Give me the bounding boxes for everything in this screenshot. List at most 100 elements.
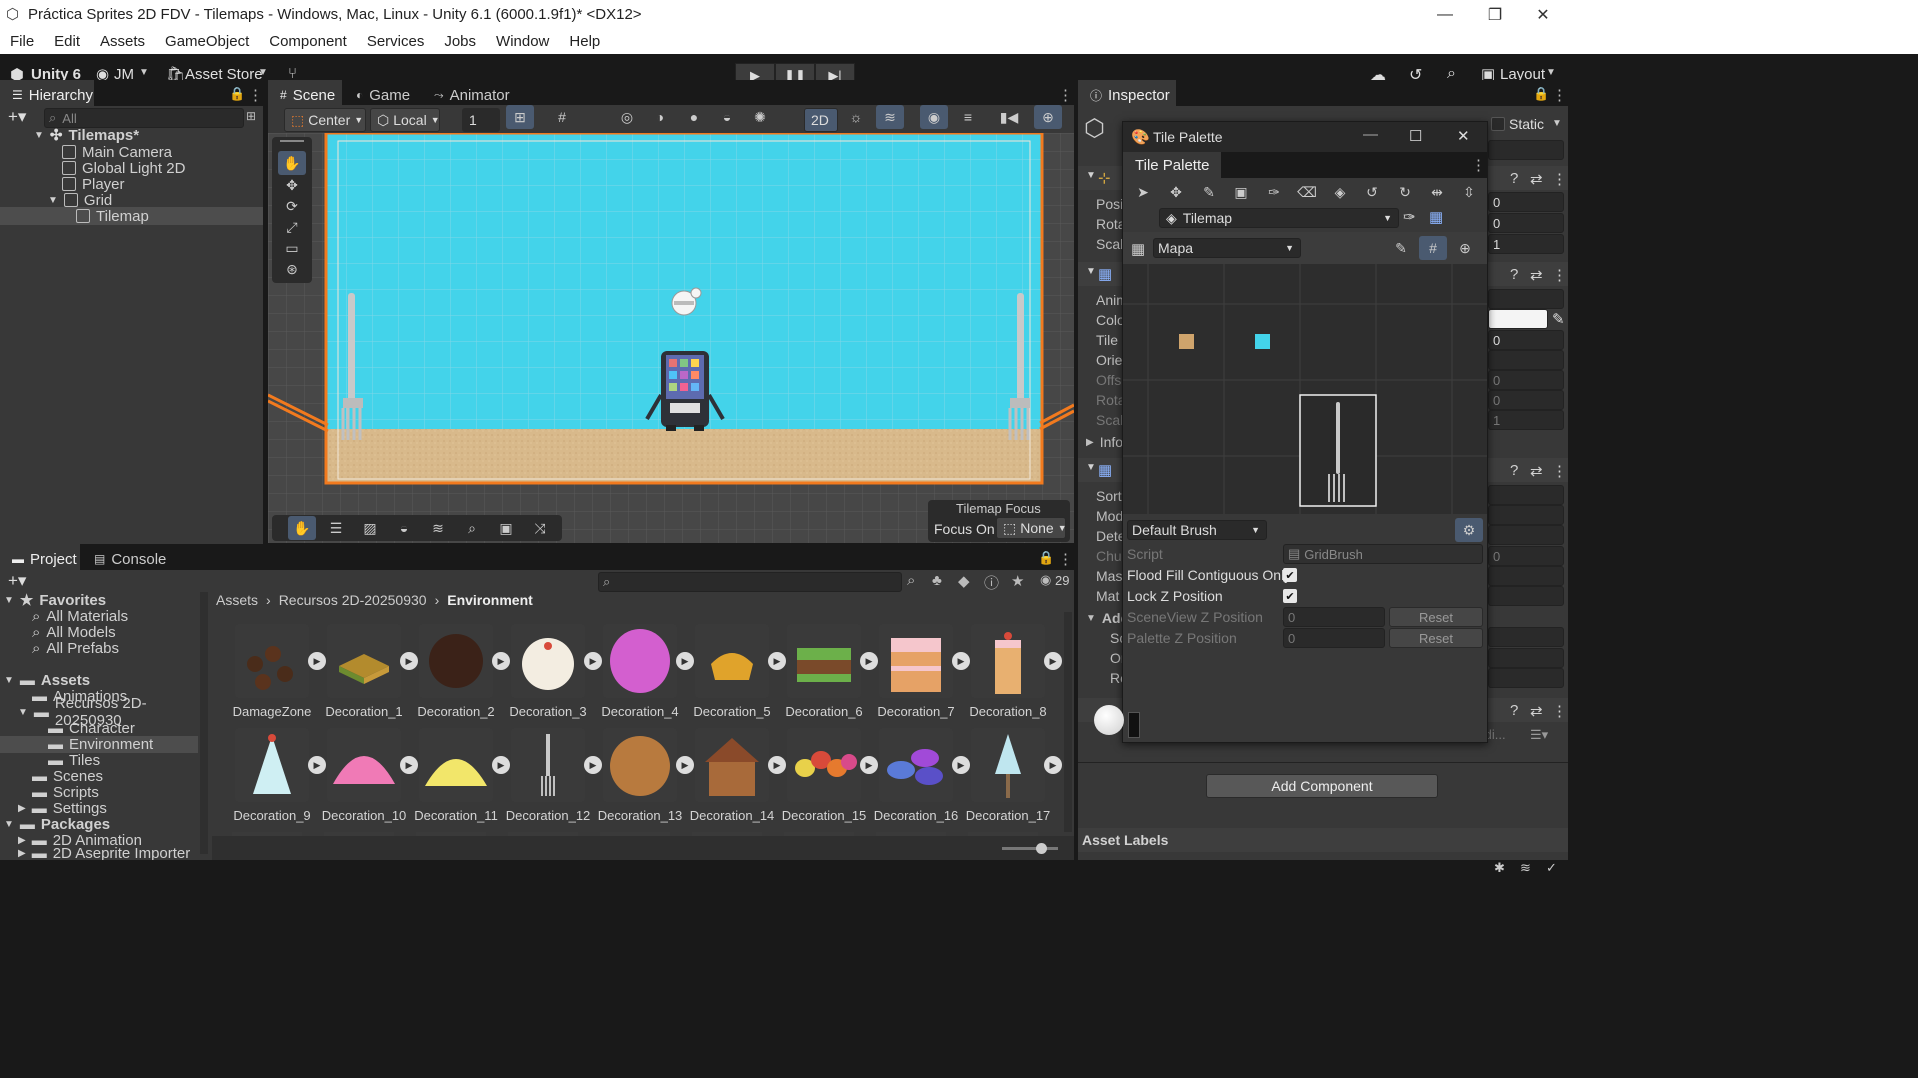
minimize-icon[interactable]: —	[1418, 0, 1472, 29]
brush-settings-icon[interactable]: ⚙	[1455, 518, 1483, 542]
check-icon[interactable]: ✓	[1546, 860, 1557, 876]
hierarchy-item-tilemap[interactable]: Tilemap	[76, 206, 149, 226]
menu-component[interactable]: Component	[259, 33, 357, 50]
asset-damagezone[interactable]: DamageZone ▶	[226, 624, 326, 724]
restore-icon[interactable]: ❐	[1468, 0, 1522, 29]
sort-order-dropdown[interactable]	[1488, 485, 1564, 505]
asset-decoration-7[interactable]: Decoration_7 ▶	[870, 624, 970, 724]
menu-edit[interactable]: Edit	[44, 33, 90, 50]
help-icon[interactable]: ?	[1510, 462, 1518, 479]
search-filter-icon[interactable]: ⌕	[907, 572, 915, 589]
asset-decoration-4[interactable]: Decoration_4 ▶	[594, 624, 694, 724]
gizmos-icon[interactable]: ⊕	[1034, 105, 1062, 129]
rotation-field-2[interactable]: 0	[1488, 390, 1564, 410]
add-icon[interactable]: +▾	[8, 571, 26, 591]
rendering-layer-dropdown[interactable]	[1488, 668, 1564, 688]
asset-decoration-6[interactable]: Decoration_6 ▶	[778, 624, 878, 724]
asset-decoration-12[interactable]: Decoration_12 ▶	[502, 728, 602, 828]
breadcrumb-recursos[interactable]: Recursos 2D-20250930	[279, 592, 427, 610]
play-icon[interactable]: ▶	[1044, 756, 1062, 774]
edit-palette-icon[interactable]: ✎	[1387, 236, 1415, 260]
menu-help[interactable]: Help	[559, 33, 610, 50]
sorting-layer-dropdown[interactable]	[1488, 627, 1564, 647]
layers-icon[interactable]: ≋	[1520, 860, 1531, 876]
help-icon[interactable]: ?	[1510, 170, 1518, 187]
more-icon[interactable]: ⋮	[1552, 86, 1567, 104]
tab-tile-palette[interactable]: Tile Palette	[1123, 152, 1222, 178]
shading-textured-icon[interactable]: ◒	[713, 105, 741, 129]
preset-icon[interactable]: ⇄	[1530, 170, 1543, 188]
drag-handle-icon[interactable]	[280, 140, 304, 142]
space-dropdown[interactable]: ⬡ Local ▼	[370, 108, 440, 132]
tile-anchor-field[interactable]: 0	[1488, 330, 1564, 350]
layer-dropdown[interactable]	[1488, 140, 1564, 160]
pivot-dropdown[interactable]: ⬚ Center ▼	[284, 108, 366, 132]
asset-decoration-13[interactable]: Decoration_13 ▶	[594, 728, 694, 828]
flip-x-icon[interactable]: ⇹	[1423, 180, 1451, 204]
chunk-culling-field[interactable]: 0	[1488, 546, 1564, 566]
lighting-icon[interactable]: ☼	[842, 105, 870, 129]
help-icon[interactable]: ?	[1510, 702, 1518, 719]
hand-tool-icon[interactable]: ✋	[278, 151, 306, 175]
palette-z-reset-button[interactable]: Reset	[1389, 628, 1483, 648]
lock-icon[interactable]: 🔒	[1038, 550, 1054, 566]
asset-decoration-5[interactable]: Decoration_5 ▶	[686, 624, 786, 724]
filter-icon[interactable]: ⊞	[246, 109, 256, 123]
menu-services[interactable]: Services	[357, 33, 435, 50]
rotate-cw-icon[interactable]: ↻	[1391, 180, 1419, 204]
favorite-icon[interactable]: ★	[1011, 572, 1024, 590]
focus-dropdown[interactable]: ⬚ None ▼	[996, 517, 1067, 539]
breadcrumb-assets[interactable]: Assets	[216, 592, 258, 610]
mode-dropdown[interactable]	[1488, 505, 1564, 525]
shading-solid-icon[interactable]: ●	[680, 105, 708, 129]
position-z-field[interactable]: 0	[1488, 192, 1564, 212]
box-fill-tool-icon[interactable]: ▣	[1227, 180, 1255, 204]
eyedropper-icon[interactable]: ✎	[1552, 310, 1565, 328]
select-tool-icon[interactable]: ➤	[1129, 180, 1157, 204]
layers-icon[interactable]: ≡	[954, 105, 982, 129]
tile-palette-titlebar[interactable]: 🎨 Tile Palette — ☐ ✕	[1123, 122, 1487, 152]
lock-icon[interactable]: 🔒	[1533, 86, 1549, 102]
project-search[interactable]: ⌕	[598, 572, 902, 592]
hand-tool-icon[interactable]: ✋	[288, 516, 316, 540]
add-component-button[interactable]: Add Component	[1206, 774, 1438, 798]
breadcrumb-environment[interactable]: Environment	[447, 592, 533, 610]
lock-icon[interactable]: 🔒	[229, 86, 245, 102]
globe-icon[interactable]: ◎	[613, 105, 641, 129]
minimize-icon[interactable]: —	[1363, 126, 1378, 143]
list-icon[interactable]: ☰▾	[1530, 727, 1548, 743]
detect-chunk-dropdown[interactable]	[1488, 525, 1564, 545]
preset-icon[interactable]: ⇄	[1530, 462, 1543, 480]
palette-dropdown[interactable]: Mapa ▼	[1153, 238, 1301, 258]
lock-z-checkbox[interactable]: ✔	[1283, 589, 1297, 603]
layers-tool-icon[interactable]: ≋	[424, 516, 452, 540]
grid-tool-icon[interactable]: ▨	[356, 516, 384, 540]
asset-decoration-3[interactable]: Decoration_3 ▶	[502, 624, 602, 724]
palette-grid-icon[interactable]: ▦	[1429, 208, 1443, 226]
fill-tool-icon[interactable]: ◈	[1326, 180, 1354, 204]
grid-snap-field[interactable]: 1	[462, 108, 500, 132]
menu-jobs[interactable]: Jobs	[434, 33, 486, 50]
picker-icon[interactable]: ✑	[1403, 208, 1416, 226]
tree-all-prefabs[interactable]: ⌕ All Prefabs	[32, 638, 119, 658]
rotation-z-field[interactable]: 0	[1488, 213, 1564, 233]
label-filter-icon[interactable]: ◆	[958, 572, 970, 590]
camera-tool-icon[interactable]: ▣	[492, 516, 520, 540]
asset-decoration-2[interactable]: Decoration_2 ▶	[410, 624, 510, 724]
warning-filter-icon[interactable]: ⓘ	[984, 572, 999, 593]
offset-field[interactable]: 0	[1488, 370, 1564, 390]
grid-visibility-icon[interactable]: #	[548, 105, 576, 129]
more-icon[interactable]: ⋮	[1471, 156, 1486, 174]
scene-viewport[interactable]: ✋ ✥ ⟳ ⤢ ▭ ⊛ ✋ ☰ ▨ ◒ ≋ ⌕ ▣ ⤨ Tilemap Focu…	[268, 133, 1074, 543]
picker-tool-icon[interactable]: ✑	[1260, 180, 1288, 204]
more-icon[interactable]: ⋮	[1058, 86, 1073, 104]
order-field[interactable]	[1488, 648, 1564, 668]
shuffle-tool-icon[interactable]: ⤨	[526, 516, 554, 540]
flood-fill-checkbox[interactable]: ✔	[1283, 568, 1297, 582]
maximize-icon[interactable]: ☐	[1409, 127, 1422, 145]
active-tilemap-dropdown[interactable]: ◈ Tilemap ▼	[1159, 208, 1399, 228]
grid-snap-icon[interactable]: ⊞	[506, 105, 534, 129]
more-icon[interactable]: ⋮	[1552, 266, 1567, 284]
thumbnail-size-slider[interactable]	[1002, 847, 1058, 850]
play-icon[interactable]: ▶	[1044, 652, 1062, 670]
